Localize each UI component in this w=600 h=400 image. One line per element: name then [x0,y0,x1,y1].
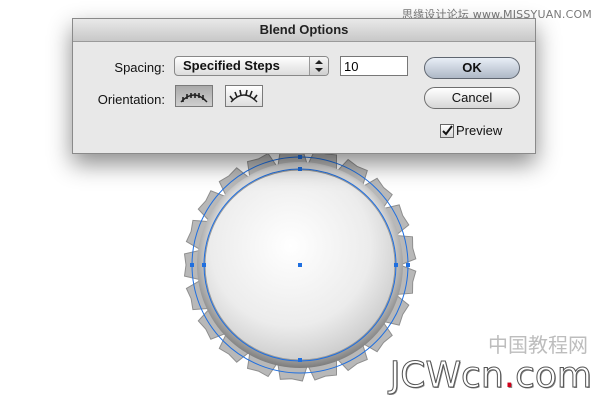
steps-input[interactable] [340,56,408,76]
orientation-label: Orientation: [97,92,165,107]
spacing-label: Spacing: [114,60,165,75]
align-to-page-icon [180,93,208,103]
align-to-path-icon [229,89,258,103]
spacing-select[interactable]: Specified Steps [174,56,329,76]
watermark-bottom-cn: 中国教程网 [488,333,588,357]
select-stepper-icon [309,57,328,75]
align-to-page-button[interactable] [175,85,213,107]
ok-button[interactable]: OK [424,57,520,79]
watermark-en-dot: . [503,355,516,396]
preview-label: Preview [456,123,503,138]
dialog-title: Blend Options [73,19,535,42]
watermark-en-part2: com [515,355,593,396]
checkmark-icon [442,125,453,136]
watermark-en-part1: JCWcn [389,355,504,396]
align-to-path-button[interactable] [225,85,263,107]
watermark-bottom: 中国教程网 JCWcn.com [389,329,593,396]
preview-checkbox[interactable] [440,124,454,138]
spacing-select-value: Specified Steps [183,58,280,73]
watermark-bottom-en: JCWcn.com [389,355,593,396]
cancel-button[interactable]: Cancel [424,87,520,109]
blend-options-dialog: Blend Options Spacing: Specified Steps O… [72,18,536,154]
